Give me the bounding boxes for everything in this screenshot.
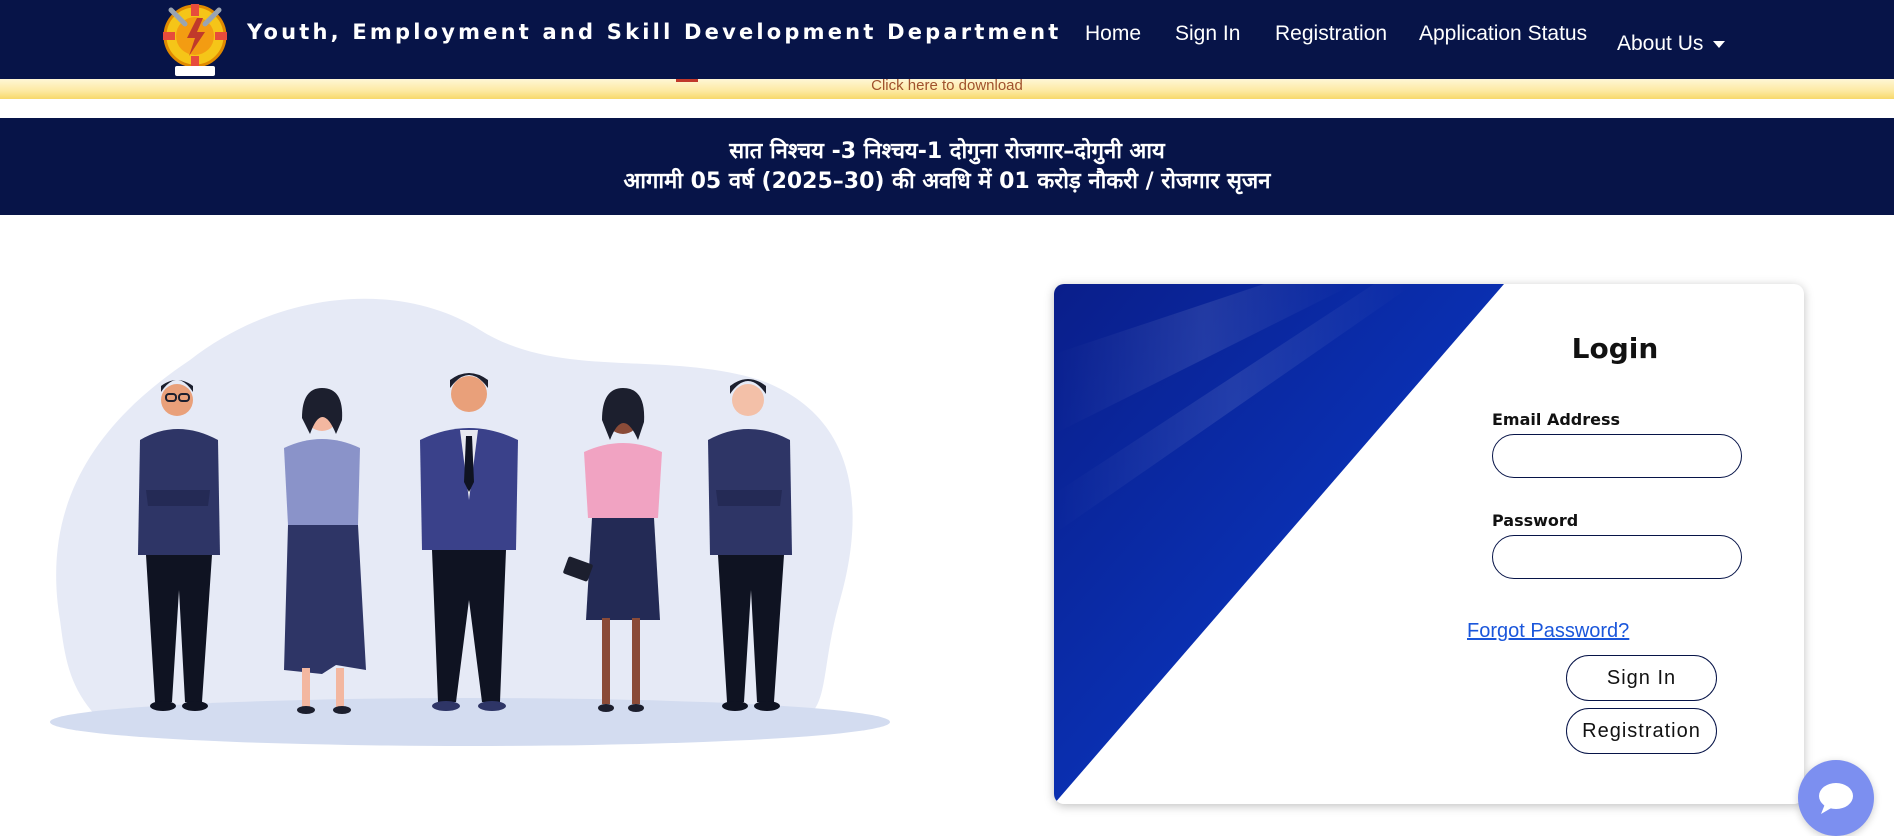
- login-title: Login: [1571, 332, 1659, 365]
- banner-line-1: सात निश्चय -3 निश्चय-1 दोगुना रोजगार–दोग…: [729, 139, 1165, 164]
- password-field[interactable]: [1492, 535, 1742, 579]
- nav-registration[interactable]: Registration: [1275, 22, 1387, 46]
- announcement-banner: सात निश्चय -3 निश्चय-1 दोगुना रोजगार–दोग…: [0, 118, 1894, 215]
- nav-about-us[interactable]: About Us: [1617, 32, 1726, 56]
- banner-line-2: आगामी 05 वर्ष (2025–30) की अवधि में 01 क…: [623, 169, 1271, 194]
- nav-application-status[interactable]: Application Status: [1419, 22, 1587, 46]
- caret-down-icon: [1713, 40, 1726, 48]
- chat-bubble-icon: [1819, 783, 1853, 814]
- nav-sign-in[interactable]: Sign In: [1175, 22, 1240, 46]
- professionals-illustration: [50, 298, 890, 746]
- download-link[interactable]: Click here to download: [0, 77, 1894, 94]
- nav-about-us-label: About Us: [1617, 32, 1704, 55]
- chat-button[interactable]: [1798, 760, 1874, 836]
- site-title: Youth, Employment and Skill Development …: [247, 20, 1062, 44]
- email-field[interactable]: [1492, 434, 1742, 478]
- nav-home[interactable]: Home: [1085, 22, 1141, 46]
- top-navbar: Youth, Employment and Skill Development …: [0, 0, 1894, 79]
- email-label: Email Address: [1492, 410, 1621, 429]
- password-label: Password: [1492, 511, 1579, 530]
- forgot-password-link[interactable]: Forgot Password?: [1467, 620, 1629, 643]
- registration-button[interactable]: Registration: [1566, 708, 1717, 754]
- sign-in-button[interactable]: Sign In: [1566, 655, 1717, 701]
- department-gear-logo-icon[interactable]: [155, 0, 235, 79]
